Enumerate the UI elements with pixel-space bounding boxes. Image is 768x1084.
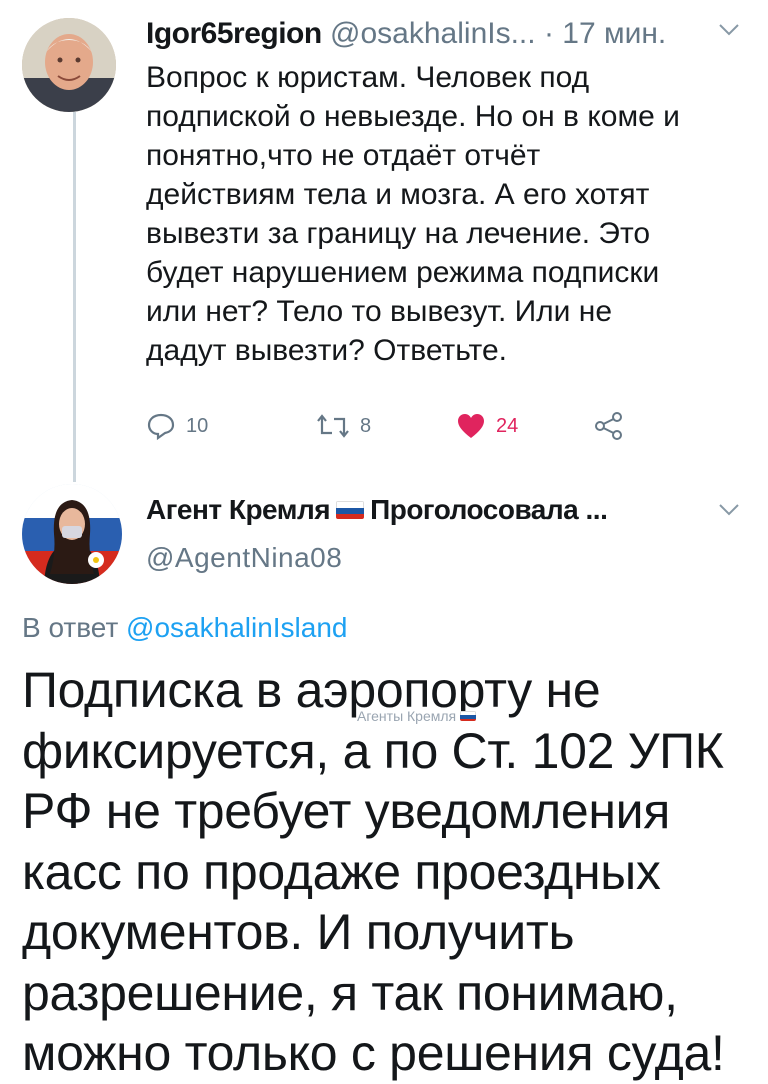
avatar[interactable] (22, 484, 122, 584)
watermark: Агенты Кремля (357, 708, 477, 724)
tweet-timestamp[interactable]: · 17 мин. (544, 17, 666, 50)
replying-label: В ответ (22, 612, 119, 643)
replying-to: В ответ @osakhalinIsland (22, 608, 348, 648)
watermark-text: Агенты Кремля (357, 708, 457, 724)
heart-icon (458, 414, 484, 438)
retweet-button[interactable]: 8 (316, 404, 371, 448)
tweet-text: Вопрос к юристам. Человек под подпиской … (146, 61, 680, 367)
tweet-actions: 10 8 24 (146, 404, 666, 448)
retweet-icon (317, 414, 349, 438)
reply-button[interactable]: 10 (146, 404, 208, 448)
thread-line (73, 112, 76, 482)
tweet-header: Igor65region @osakhalinIs... · 17 мин. (146, 14, 756, 54)
display-name-part2: Проголосовала ... (370, 494, 608, 525)
like-count: 24 (496, 414, 519, 437)
russian-flag-icon (336, 500, 365, 519)
chevron-down-icon[interactable] (718, 500, 740, 523)
like-button[interactable]: 24 (456, 404, 518, 448)
user-handle[interactable]: @osakhalinIs... (330, 17, 536, 50)
avatar-image (22, 18, 116, 112)
display-name[interactable]: Igor65region (146, 17, 322, 50)
display-name-part1: Агент Кремля (146, 494, 331, 525)
user-handle[interactable]: @AgentNina08 (146, 538, 342, 578)
share-button[interactable] (594, 404, 624, 448)
russian-flag-icon (460, 711, 477, 721)
chevron-down-icon[interactable] (718, 20, 740, 43)
reply-count: 10 (186, 414, 209, 437)
reply-icon (147, 413, 175, 441)
display-name[interactable]: Агент Кремля Проголосовала ... (146, 490, 706, 530)
mention-link[interactable]: @osakhalinIsland (126, 612, 347, 643)
share-icon (595, 412, 622, 440)
retweet-count: 8 (360, 414, 372, 437)
avatar[interactable] (22, 18, 116, 112)
avatar-image (22, 484, 122, 584)
